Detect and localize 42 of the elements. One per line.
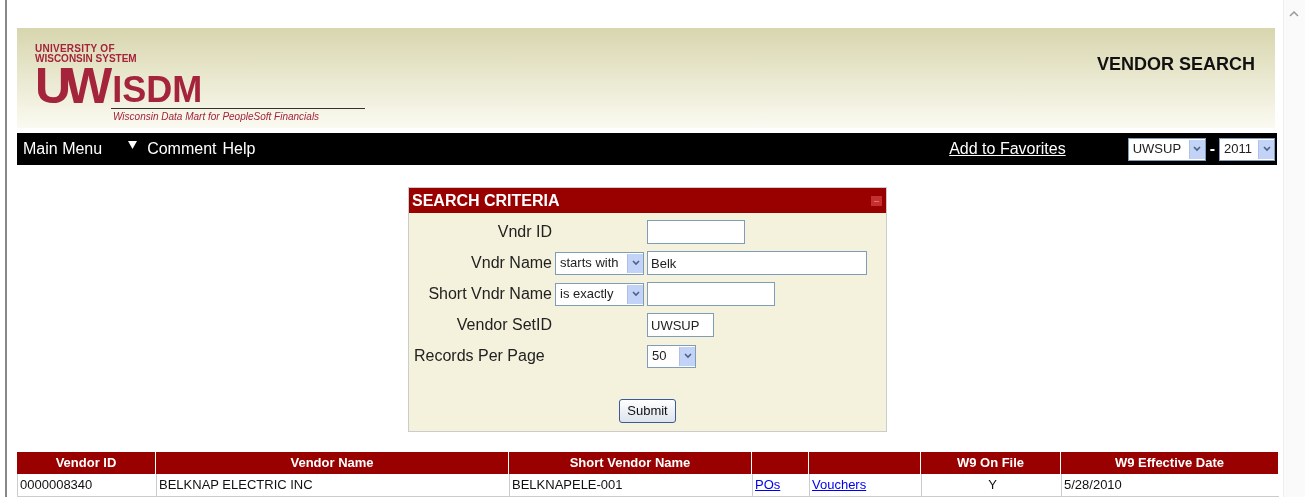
field-label: Vndr ID bbox=[497, 222, 552, 242]
nav-item[interactable]: Help bbox=[222, 137, 256, 162]
pos-link[interactable]: POs bbox=[755, 477, 781, 492]
column-header: Short Vendor Name bbox=[568, 454, 692, 472]
field-label: Vndr Name bbox=[471, 253, 552, 273]
nav-item[interactable]: Comment bbox=[147, 137, 217, 162]
dropdown-triangle-icon[interactable] bbox=[128, 141, 138, 150]
table-cell: 5/28/2010 bbox=[1064, 477, 1122, 492]
nav-item[interactable]: Main Menu bbox=[23, 137, 103, 162]
logo-text: WISCONSIN SYSTEM bbox=[35, 54, 138, 64]
field-label: Short Vndr Name bbox=[428, 284, 552, 304]
field-label: Records Per Page bbox=[413, 346, 545, 366]
add-to-favorites-link[interactable]: Add to Favorites bbox=[949, 137, 1066, 162]
logo-text: UNIVERSITY OF bbox=[35, 44, 116, 54]
page-title: VENDOR SEARCH bbox=[1096, 53, 1255, 76]
column-header: W9 On File bbox=[955, 454, 1026, 472]
table-cell: Y bbox=[988, 477, 997, 492]
column-header: W9 Effective Date bbox=[1113, 454, 1226, 472]
column-header: Vendor Name bbox=[289, 454, 375, 472]
scrollbar[interactable] bbox=[1283, 0, 1305, 497]
separator: - bbox=[1209, 139, 1215, 160]
scroll-up-icon[interactable] bbox=[1289, 10, 1299, 17]
operator-select[interactable]: is exactly bbox=[555, 282, 644, 306]
logo-tagline: Wisconsin Data Mart for PeopleSoft Financials bbox=[113, 110, 321, 124]
records-per-page-select[interactable]: 50 bbox=[647, 344, 696, 368]
year-select[interactable]: 2011 bbox=[1219, 137, 1275, 161]
column-header: Vendor ID bbox=[54, 454, 118, 472]
logo-name: ISDM bbox=[112, 72, 203, 108]
operator-select[interactable]: starts with bbox=[555, 251, 644, 275]
text-field[interactable]: UWSUP bbox=[647, 313, 714, 338]
setid-select[interactable]: UWSUP bbox=[1127, 137, 1206, 161]
field-label: Vendor SetID bbox=[456, 315, 552, 335]
table-cell: BELKNAPELE-001 bbox=[512, 477, 623, 492]
text-field[interactable] bbox=[647, 220, 745, 245]
text-field[interactable]: Belk bbox=[647, 251, 867, 276]
panel-title: SEARCH CRITERIA bbox=[412, 190, 560, 211]
submit-button[interactable]: Submit bbox=[619, 399, 676, 423]
table-cell: BELKNAP ELECTRIC INC bbox=[159, 477, 313, 492]
text-field[interactable] bbox=[647, 282, 775, 307]
vouchers-link[interactable]: Vouchers bbox=[812, 477, 867, 492]
table-cell: 0000008340 bbox=[20, 477, 93, 492]
logo-mark: UW bbox=[35, 64, 107, 108]
